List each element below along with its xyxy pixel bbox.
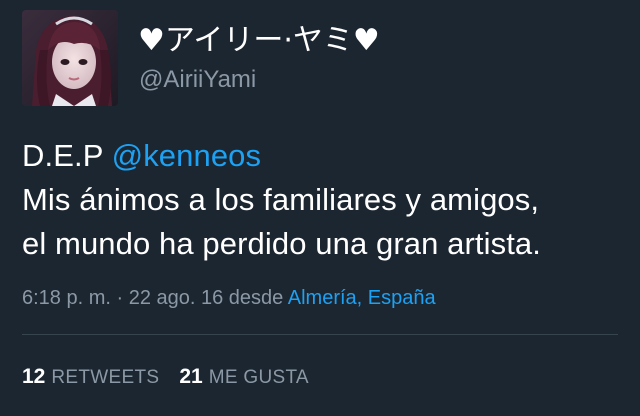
mention-link[interactable]: @kenneos (112, 138, 261, 173)
tweet-prefix: D.E.P (22, 138, 112, 173)
tweet-stats: 12 RETWEETS 21 ME GUSTA (22, 364, 329, 391)
meta-separator: · (110, 287, 129, 309)
from-label: desde (223, 287, 288, 309)
avatar[interactable] (22, 10, 118, 106)
location-link[interactable]: Almería, España (288, 287, 436, 309)
tweet-date[interactable]: 22 ago. 16 (129, 287, 224, 309)
user-handle[interactable]: @AiriiYami (139, 66, 256, 94)
likes-label[interactable]: ME GUSTA (209, 367, 309, 388)
retweets-count[interactable]: 12 (22, 365, 45, 388)
tweet-time[interactable]: 6:18 p. m. (22, 287, 111, 309)
display-name[interactable]: ♥アイリー·ヤミ♥ (138, 24, 380, 58)
likes-count[interactable]: 21 (179, 365, 202, 388)
tweet-text: D.E.P @kenneos Mis ánimos a los familiar… (22, 134, 622, 266)
tweet-meta: 6:18 p. m. · 22 ago. 16 desde Almería, E… (22, 285, 436, 311)
retweets-label[interactable]: RETWEETS (51, 367, 159, 388)
tweet-line-1: D.E.P @kenneos (22, 134, 622, 178)
tweet-line-3: el mundo ha perdido una gran artista. (22, 226, 541, 261)
tweet-line-2: Mis ánimos a los familiares y amigos, (22, 182, 540, 217)
divider (22, 334, 618, 335)
profile-photo (22, 10, 118, 106)
